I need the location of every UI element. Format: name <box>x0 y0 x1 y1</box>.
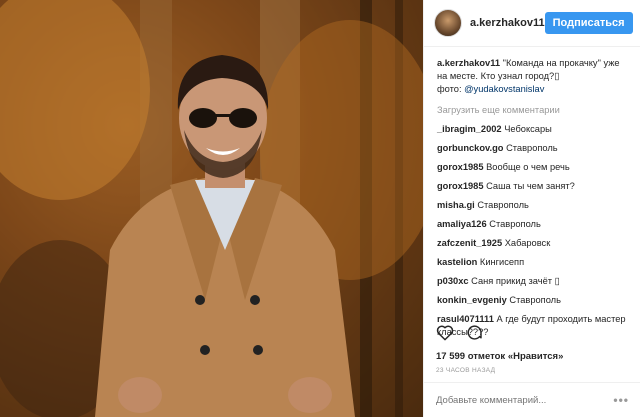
comment-username[interactable]: rasul4071111 <box>437 314 494 324</box>
comment-username[interactable]: gorbunckov.go <box>437 143 503 153</box>
heart-icon[interactable] <box>436 324 454 341</box>
comment-item: gorox1985 Вообще о чем речь <box>437 161 630 174</box>
comment-text: Саша ты чем занят? <box>486 181 575 191</box>
comment-text: Ставрополь <box>477 200 529 210</box>
comment-text: Вообще о чем речь <box>486 162 570 172</box>
comment-username[interactable]: gorox1985 <box>437 162 484 172</box>
comments-list: a.kerzhakov11 "Команда на прокачку" уже … <box>424 47 640 339</box>
comment-text: Саня прикид зачёт <box>471 276 553 286</box>
comment-item: _ibragim_2002 Чебоксары <box>437 123 630 136</box>
comment-item: misha.gi Ставрополь <box>437 199 630 212</box>
caption-mention-link[interactable]: @yudakovstanislav <box>464 84 544 94</box>
comment-username[interactable]: kastelion <box>437 257 477 267</box>
comment-text: Ставрополь <box>506 143 558 153</box>
avatar[interactable] <box>434 9 462 37</box>
add-comment-bar: ••• <box>424 382 640 417</box>
photo-illustration <box>0 0 423 417</box>
likes-count[interactable]: 17 599 отметок «Нравится» <box>436 351 563 362</box>
load-more-comments-link[interactable]: Загрузить еще комментарии <box>437 104 630 117</box>
comment-item: konkin_evgeniy Ставрополь <box>437 294 630 307</box>
post-timestamp: 23 ЧАСОВ НАЗАД <box>436 367 496 374</box>
comment-item: gorox1985 Саша ты чем занят? <box>437 180 630 193</box>
photo-credit-prefix: фото: <box>437 84 465 94</box>
caption-username[interactable]: a.kerzhakov11 <box>437 58 500 68</box>
comment-item: zafczenit_1925 Хабаровск <box>437 237 630 250</box>
post-author-username[interactable]: a.kerzhakov11 <box>470 17 545 29</box>
comment-text: Ставрополь <box>489 219 541 229</box>
comment-item: amaliya126 Ставрополь <box>437 218 630 231</box>
comment-text: Чебоксары <box>504 124 552 134</box>
comment-username[interactable]: konkin_evgeniy <box>437 295 507 305</box>
comment-text: Хабаровск <box>504 238 551 248</box>
post-sidebar: a.kerzhakov11 Подписаться a.kerzhakov11 … <box>423 0 640 417</box>
comment-username[interactable]: misha.gi <box>437 200 475 210</box>
post-header: a.kerzhakov11 Подписаться <box>424 0 640 47</box>
comment-item: gorbunckov.go Ставрополь <box>437 142 630 155</box>
speech-bubble-icon[interactable] <box>466 324 484 341</box>
comment-username[interactable]: zafczenit_1925 <box>437 238 502 248</box>
comment-username[interactable]: p030xc <box>437 276 469 286</box>
comment-username[interactable]: _ibragim_2002 <box>437 124 502 134</box>
comment-item: p030xc Саня прикид зачёт ▯ <box>437 275 630 288</box>
caption-emoji-icon: ▯ <box>554 71 560 81</box>
more-options-icon[interactable]: ••• <box>613 393 629 407</box>
comment-item: kastelion Кингисепп <box>437 256 630 269</box>
follow-button[interactable]: Подписаться <box>544 12 633 34</box>
comment-text: Кингисепп <box>479 257 525 267</box>
comment-text: Ставрополь <box>509 295 561 305</box>
comment-emoji-icon: ▯ <box>554 276 560 286</box>
comment-username[interactable]: amaliya126 <box>437 219 487 229</box>
comment-username[interactable]: gorox1985 <box>437 181 484 191</box>
post-actions <box>436 324 484 341</box>
comment-input[interactable] <box>436 394 614 406</box>
post-caption: a.kerzhakov11 "Команда на прокачку" уже … <box>437 57 630 96</box>
post-photo[interactable] <box>0 0 423 417</box>
